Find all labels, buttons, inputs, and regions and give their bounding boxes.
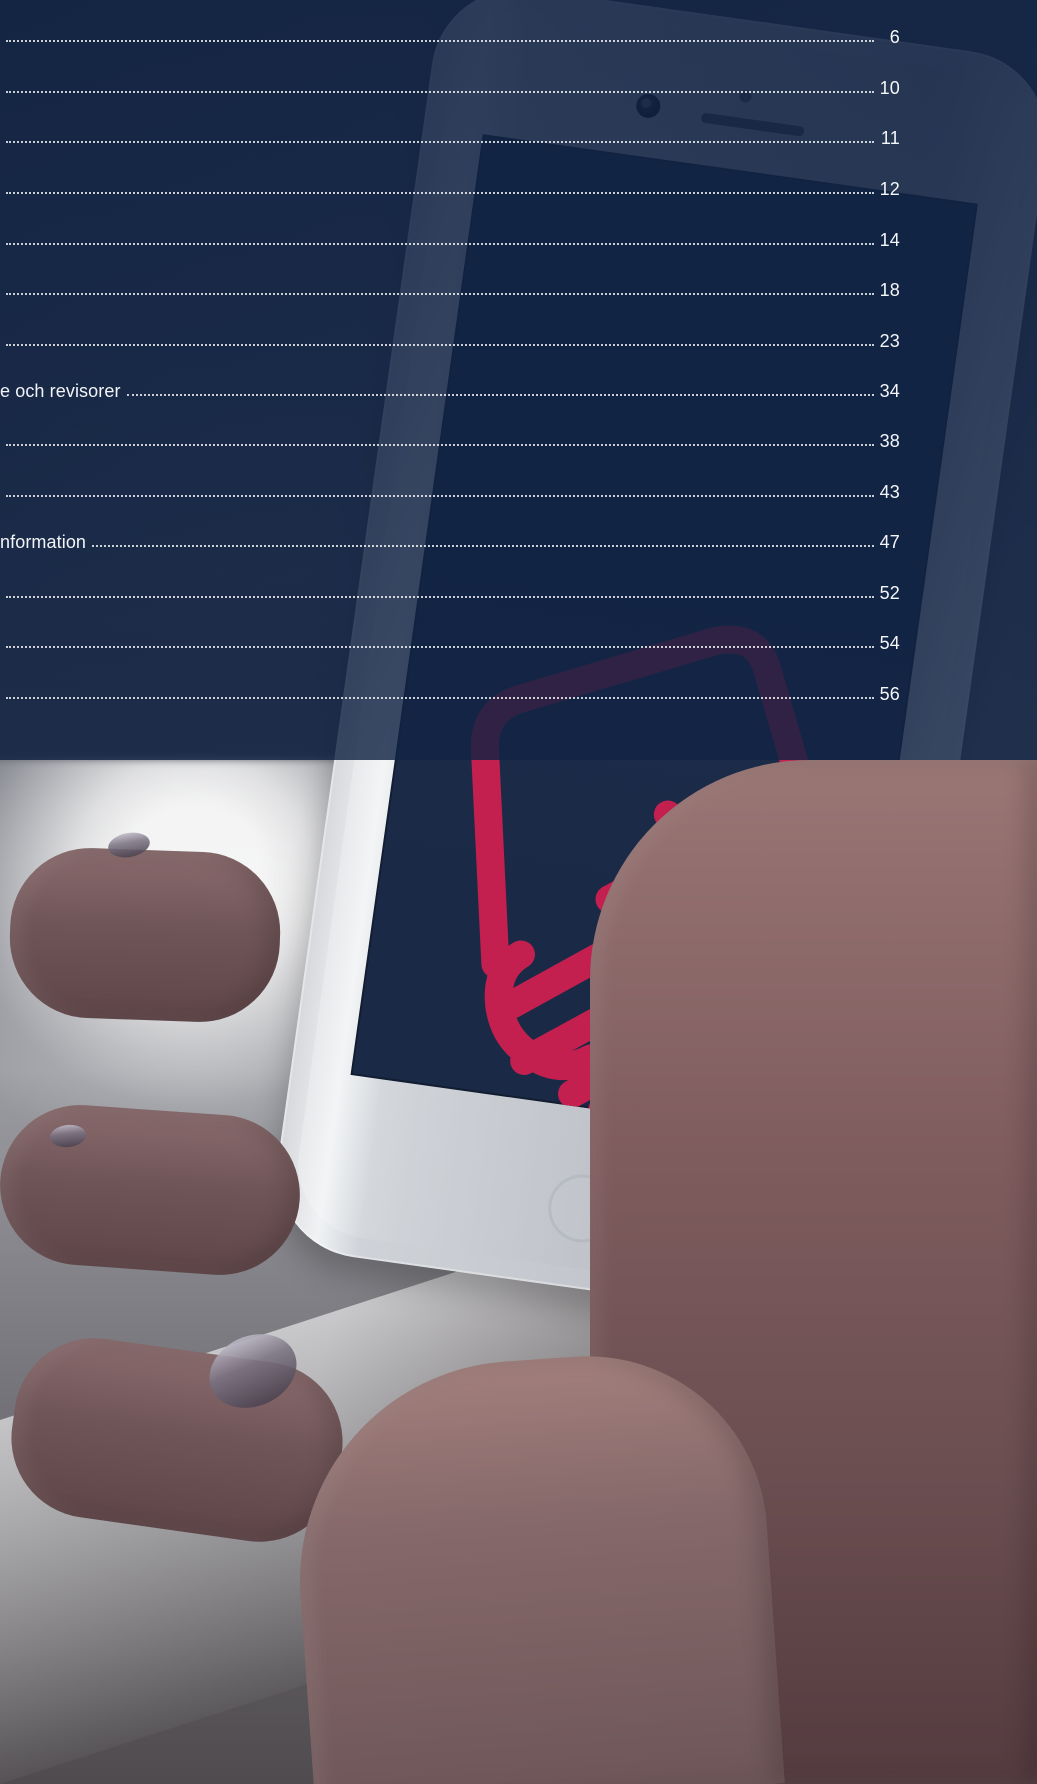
toc-leader — [6, 344, 874, 346]
toc-row-12: 12 — [0, 172, 900, 206]
toc-row-23: 23 — [0, 324, 900, 358]
toc-page-number: 47 — [879, 532, 900, 552]
toc-page-number: 12 — [879, 179, 900, 199]
toc-label: e och revisorer — [0, 381, 121, 401]
toc-page-number: 56 — [879, 684, 900, 704]
toc-leader — [6, 192, 874, 194]
toc-row-11: 11 — [0, 121, 900, 155]
toc-row-6: 6 — [0, 20, 900, 54]
holding-hand — [0, 760, 1037, 1784]
toc-row-56: 56 — [0, 677, 900, 711]
toc-row-10: 10 — [0, 71, 900, 105]
toc-row-14: 14 — [0, 223, 900, 257]
toc-row-54: 54 — [0, 626, 900, 660]
toc-page-number: 23 — [879, 331, 900, 351]
toc-leader — [6, 444, 874, 446]
toc-leader — [6, 141, 874, 143]
toc-row-38: 38 — [0, 424, 900, 458]
toc-row-43: 43 — [0, 475, 900, 509]
toc-page-number: 14 — [879, 230, 900, 250]
toc-leader — [6, 697, 874, 699]
toc-row-18: 18 — [0, 273, 900, 307]
document-background: 6 10 11 12 14 18 23 e och revisorer 34 3… — [0, 0, 1037, 1784]
thumb-base — [285, 1344, 785, 1784]
toc-leader — [6, 596, 874, 598]
toc-leader — [92, 545, 874, 547]
toc-page-number: 10 — [879, 78, 900, 98]
toc-row-47: nformation 47 — [0, 525, 900, 559]
toc-leader — [6, 40, 874, 42]
toc-page-number: 54 — [879, 633, 900, 653]
toc-leader — [6, 293, 874, 295]
toc-page-number: 6 — [889, 27, 900, 47]
toc-page-number: 52 — [879, 583, 900, 603]
finger-3 — [1, 1327, 353, 1553]
toc-leader — [6, 495, 874, 497]
toc-row-34: e och revisorer 34 — [0, 374, 900, 408]
table-of-contents-overlay: 6 10 11 12 14 18 23 e och revisorer 34 3… — [0, 0, 1037, 760]
toc-page-number: 38 — [879, 431, 900, 451]
toc-label: nformation — [0, 532, 87, 552]
toc-row-52: 52 — [0, 576, 900, 610]
toc-page-number: 34 — [879, 381, 900, 401]
finger-1 — [7, 845, 283, 1025]
finger-2 — [0, 1099, 306, 1281]
toc-leader — [6, 646, 874, 648]
toc-page-number: 11 — [880, 128, 900, 148]
toc-leader — [6, 91, 874, 93]
toc-leader — [126, 394, 874, 396]
toc-leader — [6, 243, 874, 245]
table-of-contents: 6 10 11 12 14 18 23 e och revisorer 34 3… — [0, 20, 900, 740]
toc-page-number: 18 — [879, 280, 900, 300]
toc-page-number: 43 — [879, 482, 900, 502]
